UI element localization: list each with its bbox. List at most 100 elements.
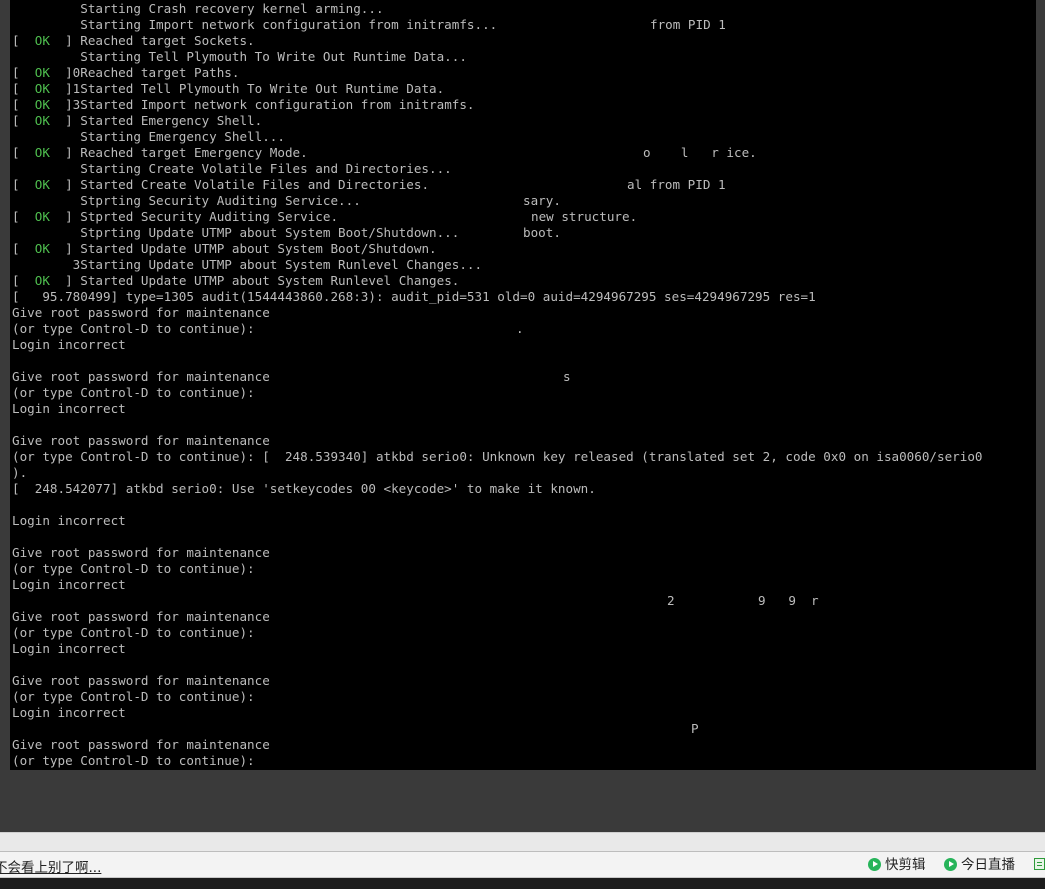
- console-line: [ OK ] Started Emergency Shell.: [12, 113, 262, 129]
- desktop-background: [0, 770, 1045, 832]
- console-text: (or type Control-D to continue):: [12, 321, 255, 336]
- console-line: Starting Create Volatile Files and Direc…: [12, 161, 452, 177]
- console-text: Login incorrect: [12, 641, 126, 656]
- play-circle-icon: [868, 858, 881, 871]
- ok-status: OK: [34, 145, 50, 160]
- console-line: Give root password for maintenance: [12, 673, 270, 689]
- ok-status: OK: [34, 65, 50, 80]
- ok-status: OK: [34, 81, 50, 96]
- console-line: (or type Control-D to continue): [ 248.5…: [12, 449, 983, 465]
- console-line: Give root password for maintenance: [12, 737, 270, 753]
- ok-status: OK: [34, 209, 50, 224]
- ok-status: OK: [34, 113, 50, 128]
- console-text: Starting Emergency Shell...: [12, 129, 285, 144]
- console-line: Login incorrect: [12, 705, 126, 721]
- console-text: (or type Control-D to continue): [ 248.5…: [12, 449, 983, 464]
- live-stream-button[interactable]: 今日直播: [944, 856, 1015, 874]
- console-line: Login incorrect: [12, 337, 126, 353]
- ok-status: OK: [34, 97, 50, 112]
- console-artifact: boot.: [523, 225, 561, 240]
- console-line: [ OK ] Started Update UTMP about System …: [12, 241, 437, 257]
- console-artifact: al from PID 1: [627, 177, 726, 192]
- console-text: Starting Create Volatile Files and Direc…: [12, 161, 452, 176]
- console-text: [: [12, 273, 35, 288]
- console-line: (or type Control-D to continue):: [12, 385, 255, 401]
- console-artifact: P: [691, 721, 699, 736]
- console-line: [ OK ] Reached target Emergency Mode.: [12, 145, 308, 161]
- console-text: [: [12, 241, 35, 256]
- ok-status: OK: [34, 273, 50, 288]
- console-text: (or type Control-D to continue):: [12, 385, 255, 400]
- window-divider: [0, 832, 1045, 852]
- terminal-console[interactable]: Starting Crash recovery kernel arming...…: [10, 0, 1036, 770]
- console-line: (or type Control-D to continue):: [12, 689, 255, 705]
- console-text: Give root password for maintenance: [12, 737, 270, 752]
- console-text: Login incorrect: [12, 513, 126, 528]
- live-stream-label: 今日直播: [961, 857, 1015, 873]
- console-line: [ 95.780499] type=1305 audit(1544443860.…: [12, 289, 816, 305]
- console-line: Login incorrect: [12, 641, 126, 657]
- console-line: Starting Import network configuration fr…: [12, 17, 497, 33]
- console-text: Login incorrect: [12, 577, 126, 592]
- console-text: [: [12, 209, 35, 224]
- console-text: ] Started Emergency Shell.: [49, 113, 263, 128]
- console-artifact: new structure.: [531, 209, 638, 224]
- console-text: ]0Reached target Paths.: [49, 65, 240, 80]
- console-line: Give root password for maintenance: [12, 369, 270, 385]
- console-line: Give root password for maintenance: [12, 545, 270, 561]
- console-text: ] Started Create Volatile Files and Dire…: [49, 177, 430, 192]
- console-text: (or type Control-D to continue):: [12, 561, 255, 576]
- console-line: ).: [12, 465, 27, 481]
- console-text: Starting Import network configuration fr…: [12, 17, 498, 32]
- console-line: [ OK ] Started Create Volatile Files and…: [12, 177, 429, 193]
- console-line: [ OK ]1Started Tell Plymouth To Write Ou…: [12, 81, 444, 97]
- console-line: 3Starting Update UTMP about System Runle…: [12, 257, 482, 273]
- console-artifact: sary.: [523, 193, 561, 208]
- console-line: Give root password for maintenance: [12, 305, 270, 321]
- console-line: Login incorrect: [12, 401, 126, 417]
- console-text: [: [12, 177, 35, 192]
- console-text: Starting Crash recovery kernel arming...: [12, 1, 384, 16]
- console-line: Stprting Update UTMP about System Boot/S…: [12, 225, 459, 241]
- calculator-icon[interactable]: [1034, 858, 1045, 870]
- console-line: Give root password for maintenance: [12, 433, 270, 449]
- console-line: (or type Control-D to continue):: [12, 753, 255, 769]
- console-text: Give root password for maintenance: [12, 369, 270, 384]
- console-line: [ OK ]0Reached target Paths.: [12, 65, 239, 81]
- console-text: ] Stprted Security Auditing Service.: [49, 209, 339, 224]
- console-text: [: [12, 81, 35, 96]
- console-text: [ 95.780499] type=1305 audit(1544443860.…: [12, 289, 816, 304]
- console-line: Login incorrect: [12, 577, 126, 593]
- console-artifact: o l r ice.: [643, 145, 757, 160]
- screen-bottom-edge: [0, 878, 1045, 889]
- console-text: (or type Control-D to continue):: [12, 689, 255, 704]
- kuaijianji-button[interactable]: 快剪辑: [868, 856, 926, 874]
- console-text: (or type Control-D to continue):: [12, 625, 255, 640]
- console-text: ]3Started Import network configuration f…: [49, 97, 475, 112]
- console-text: ).: [12, 465, 28, 480]
- browser-status-bar: 不会看上别了啊... 快剪辑 今日直播: [0, 852, 1045, 878]
- console-text: Login incorrect: [12, 337, 126, 352]
- console-line: Stprting Security Auditing Service...: [12, 193, 361, 209]
- console-artifact: .: [516, 321, 524, 336]
- console-text: Give root password for maintenance: [12, 433, 270, 448]
- console-artifact: from PID 1: [650, 17, 726, 32]
- console-text: (or type Control-D to continue):: [12, 753, 255, 768]
- ok-status: OK: [34, 241, 50, 256]
- console-line: Starting Tell Plymouth To Write Out Runt…: [12, 49, 467, 65]
- console-line: Starting Emergency Shell...: [12, 129, 285, 145]
- console-text: [ 248.542077] atkbd serio0: Use 'setkeyc…: [12, 481, 596, 496]
- console-line: (or type Control-D to continue):: [12, 321, 255, 337]
- console-text: ] Reached target Sockets.: [49, 33, 255, 48]
- console-line: (or type Control-D to continue):: [12, 625, 255, 641]
- console-text: ] Started Update UTMP about System Runle…: [49, 273, 460, 288]
- console-line: Starting Crash recovery kernel arming...: [12, 1, 384, 17]
- console-text: Login incorrect: [12, 401, 126, 416]
- console-text: Give root password for maintenance: [12, 609, 270, 624]
- console-text: Login incorrect: [12, 705, 126, 720]
- console-line: [ 248.542077] atkbd serio0: Use 'setkeyc…: [12, 481, 596, 497]
- console-line: [ OK ]3Started Import network configurat…: [12, 97, 475, 113]
- console-text: [: [12, 145, 35, 160]
- news-link[interactable]: 不会看上别了啊...: [0, 856, 101, 876]
- console-artifact: 2 9 9 r: [667, 593, 819, 608]
